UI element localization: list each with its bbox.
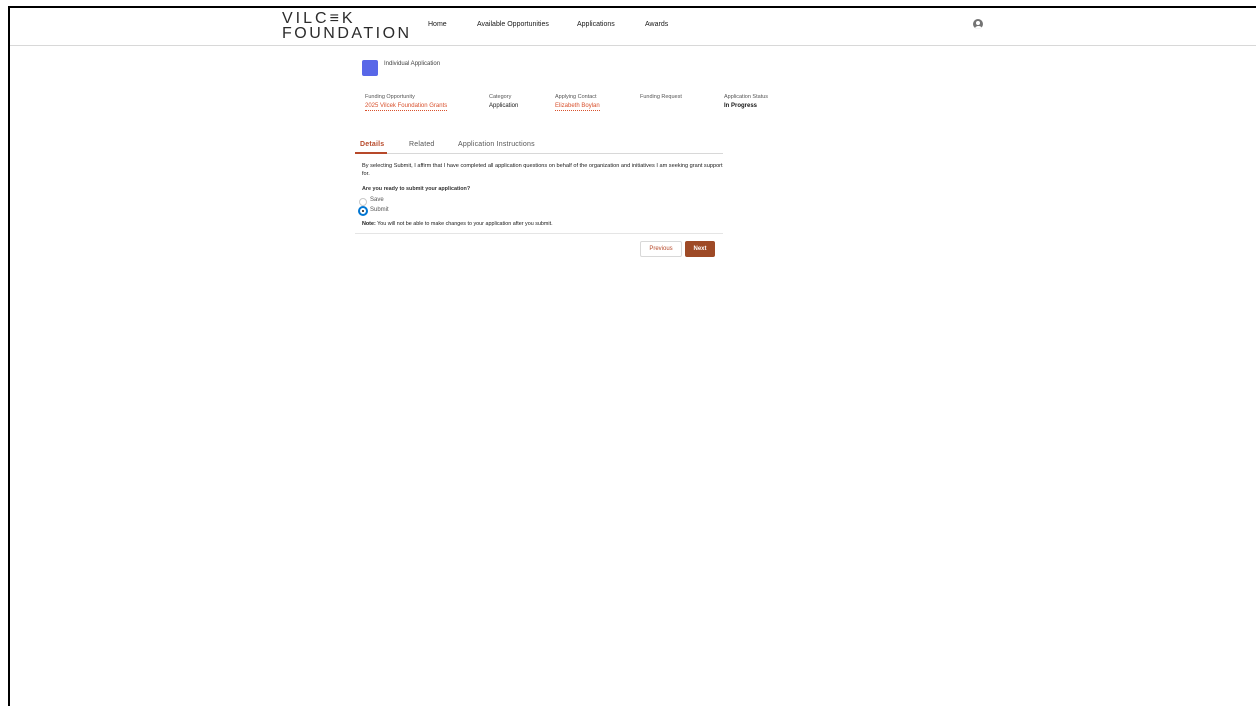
record-title: Individual Application xyxy=(384,61,441,67)
note-text: You will not be able to make changes to … xyxy=(375,221,553,227)
nav-available-opportunities[interactable]: Available Opportunities xyxy=(477,21,549,28)
save-radio[interactable] xyxy=(359,198,367,206)
application-record-icon xyxy=(362,60,378,76)
affirmation-text: By selecting Submit, I affirm that I hav… xyxy=(362,163,723,177)
submit-question: Are you ready to submit your application… xyxy=(362,186,471,192)
field-applying-contact: Applying Contact Elizabeth Boylan xyxy=(555,94,600,111)
field-funding-opportunity: Funding Opportunity 2025 Vilcek Foundati… xyxy=(365,94,448,111)
field-label: Application Status xyxy=(724,94,769,100)
field-label: Category xyxy=(489,94,512,100)
record-tabs: Details Related Application Instructions xyxy=(355,139,723,154)
field-value: In Progress xyxy=(724,103,758,109)
note-label: Note: xyxy=(362,221,376,227)
user-avatar-icon[interactable] xyxy=(973,19,983,29)
field-label: Funding Request xyxy=(640,94,682,100)
next-button[interactable]: Next xyxy=(685,241,715,257)
field-value: Application xyxy=(489,103,519,109)
form-divider xyxy=(355,233,723,234)
browser-frame: VILC≡K FOUNDATION Home Available Opportu… xyxy=(8,6,1256,706)
field-funding-request: Funding Request xyxy=(640,94,682,103)
submit-radio[interactable] xyxy=(359,207,367,215)
site-header: VILC≡K FOUNDATION Home Available Opportu… xyxy=(10,8,1256,46)
nav-awards[interactable]: Awards xyxy=(645,21,668,28)
submit-note: Note: You will not be able to make chang… xyxy=(362,221,553,227)
submit-radio-label: Submit xyxy=(370,207,389,213)
tab-application-instructions[interactable]: Application Instructions xyxy=(458,141,535,148)
field-category: Category Application xyxy=(489,94,518,109)
field-application-status: Application Status In Progress xyxy=(724,94,768,109)
save-radio-label: Save xyxy=(370,197,384,203)
nav-applications[interactable]: Applications xyxy=(577,21,615,28)
vilcek-foundation-logo[interactable]: VILC≡K FOUNDATION xyxy=(282,10,412,42)
logo-line-1: VILC≡K xyxy=(282,10,356,27)
tab-details[interactable]: Details xyxy=(360,141,384,148)
funding-opportunity-link[interactable]: 2025 Vilcek Foundation Grants xyxy=(365,103,448,111)
logo-line-2: FOUNDATION xyxy=(282,25,412,42)
nav-home[interactable]: Home xyxy=(428,21,447,28)
active-tab-indicator xyxy=(355,152,387,154)
field-label: Funding Opportunity xyxy=(365,94,415,100)
field-label: Applying Contact xyxy=(555,94,597,100)
tab-related[interactable]: Related xyxy=(409,141,435,148)
applying-contact-link[interactable]: Elizabeth Boylan xyxy=(555,103,600,111)
previous-button[interactable]: Previous xyxy=(640,241,682,257)
